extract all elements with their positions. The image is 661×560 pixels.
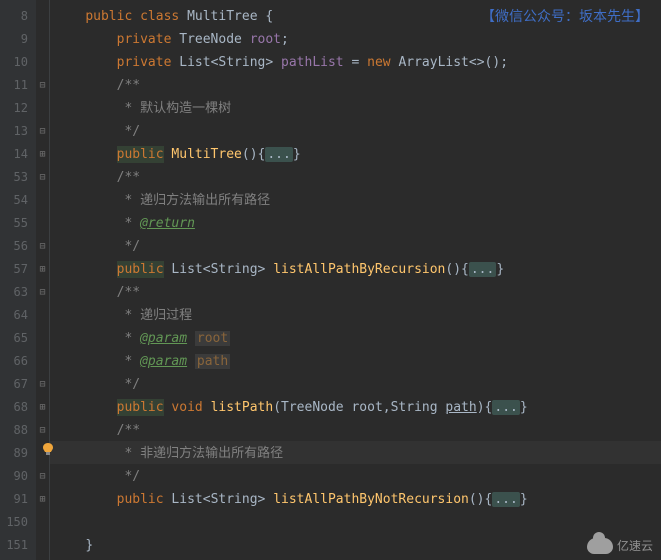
line-number: 9	[0, 28, 36, 51]
fold-spacer	[36, 534, 49, 557]
line-number: 63	[0, 281, 36, 304]
fold-spacer	[36, 5, 49, 28]
code-editor: 8910111213145354555657636465666768888990…	[0, 0, 661, 560]
line-number: 54	[0, 189, 36, 212]
fold-spacer	[36, 304, 49, 327]
line-number: 55	[0, 212, 36, 235]
fold-collapse-icon[interactable]: ⊟	[36, 281, 49, 304]
line-number: 151	[0, 534, 36, 557]
fold-expand-icon[interactable]: ⊞	[36, 143, 49, 166]
method-listAllPathByRecursion: listAllPathByRecursion	[273, 262, 445, 277]
class-name: MultiTree	[187, 9, 257, 24]
fold-column: ⊟⊟⊞⊟⊟⊞⊟⊟⊞⊟⊟⊞	[36, 0, 50, 560]
line-number: 88	[0, 419, 36, 442]
fold-expand-icon[interactable]: ⊞	[36, 396, 49, 419]
fold-collapse-icon[interactable]: ⊟	[36, 235, 49, 258]
line-number: 64	[0, 304, 36, 327]
fold-spacer	[36, 212, 49, 235]
line-number: 57	[0, 258, 36, 281]
fold-expand-icon[interactable]: ⊞	[36, 258, 49, 281]
line-number: 10	[0, 51, 36, 74]
line-number-gutter: 8910111213145354555657636465666768888990…	[0, 0, 36, 560]
fold-spacer	[36, 189, 49, 212]
folded-region[interactable]: ...	[265, 147, 292, 162]
fold-collapse-icon[interactable]: ⊟	[36, 465, 49, 488]
doc-return-tag: @return	[140, 216, 195, 231]
line-number: 90	[0, 465, 36, 488]
method-listAllPathByNotRecursion: listAllPathByNotRecursion	[273, 492, 469, 507]
fold-spacer	[36, 51, 49, 74]
keyword-class: class	[140, 9, 179, 24]
folded-region[interactable]: ...	[492, 400, 519, 415]
line-number: 12	[0, 97, 36, 120]
field-pathList: pathList	[281, 55, 344, 70]
line-number: 13	[0, 120, 36, 143]
line-number: 56	[0, 235, 36, 258]
fold-collapse-icon[interactable]: ⊟	[36, 373, 49, 396]
line-number: 91	[0, 488, 36, 511]
line-number: 11	[0, 74, 36, 97]
fold-spacer	[36, 28, 49, 51]
line-number: 8	[0, 5, 36, 28]
fold-collapse-icon[interactable]: ⊟	[36, 74, 49, 97]
line-number: 67	[0, 373, 36, 396]
doc-open: /**	[117, 78, 140, 93]
keyword-public: public	[85, 9, 132, 24]
fold-collapse-icon[interactable]: ⊟	[36, 120, 49, 143]
line-number: 66	[0, 350, 36, 373]
field-root: root	[250, 32, 281, 47]
line-number: 68	[0, 396, 36, 419]
fold-collapse-icon[interactable]: ⊟	[36, 166, 49, 189]
lightbulb-icon[interactable]	[41, 442, 55, 456]
fold-spacer	[36, 327, 49, 350]
code-area[interactable]: public class MultiTree { private TreeNod…	[50, 0, 661, 560]
line-number: 65	[0, 327, 36, 350]
line-number: 89	[0, 442, 36, 465]
doc-param-tag: @param	[140, 331, 187, 346]
fold-expand-icon[interactable]: ⊞	[36, 488, 49, 511]
folded-region[interactable]: ...	[469, 262, 496, 277]
method-listPath: listPath	[211, 400, 274, 415]
line-number: 14	[0, 143, 36, 166]
fold-spacer	[36, 350, 49, 373]
fold-spacer	[36, 511, 49, 534]
folded-region[interactable]: ...	[492, 492, 519, 507]
fold-spacer	[36, 97, 49, 120]
doc-text: 默认构造一棵树	[140, 101, 231, 116]
line-number: 150	[0, 511, 36, 534]
fold-collapse-icon[interactable]: ⊟	[36, 419, 49, 442]
line-number: 53	[0, 166, 36, 189]
constructor: MultiTree	[171, 147, 241, 162]
